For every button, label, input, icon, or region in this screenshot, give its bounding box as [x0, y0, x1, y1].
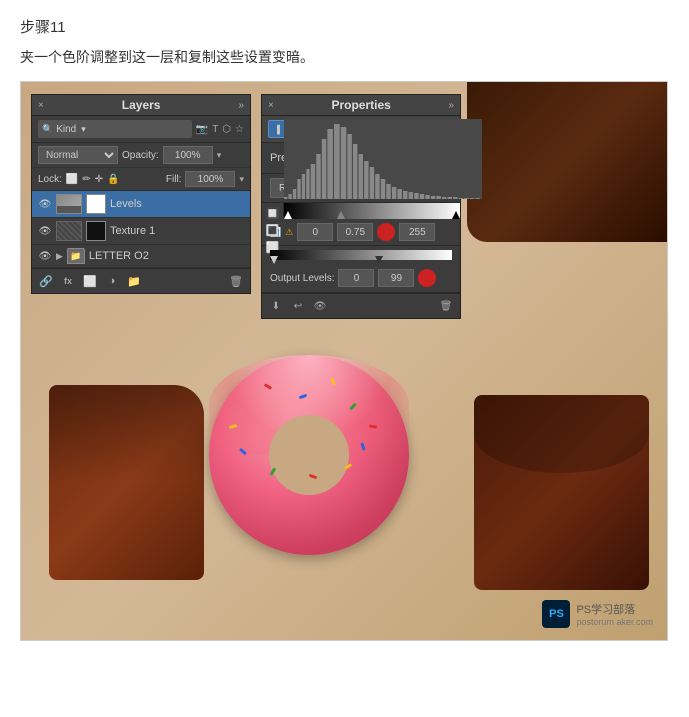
- adjustment-icon[interactable]: ◑: [104, 273, 120, 289]
- input-gradient-bar: [284, 203, 460, 219]
- opacity-value[interactable]: 100%: [163, 146, 213, 164]
- layer-thumb-levels: [56, 194, 82, 214]
- layers-search-row: 🔍 Kind ▾ 📷 T ⬡ ☆: [32, 116, 250, 143]
- clip-to-layer-icon[interactable]: ⬇: [268, 298, 284, 314]
- donut: [209, 355, 409, 555]
- layer-filter-icon[interactable]: 📷: [196, 124, 208, 135]
- description: 夹一个色阶调整到这一层和复制这些设置变暗。: [20, 47, 669, 67]
- lock-fill-row: Lock: ⬜ ✏ ✛ 🔒 Fill: 100% ▾: [32, 168, 250, 191]
- histogram-content: [284, 203, 460, 219]
- page-wrapper: 步骤11 夹一个色阶调整到这一层和复制这些设置变暗。: [0, 0, 689, 717]
- histogram-svg: [284, 119, 482, 199]
- layer-name-folder: LETTER O2: [89, 250, 244, 262]
- input-values-row: 📊 ⚠ 0 0.75 255: [262, 219, 460, 246]
- lock-move-icon[interactable]: ✛: [95, 174, 103, 185]
- watermark-text: PS学习部落 postorum aker.com: [576, 601, 653, 627]
- layer-mask-levels: [86, 194, 106, 214]
- watermark: PS PS学习部落 postorum aker.com: [542, 600, 653, 628]
- eyedropper-mid-tool[interactable]: 🔳: [265, 224, 281, 237]
- layer-item-levels[interactable]: 👁 Levels: [32, 191, 250, 218]
- white-point-thumb[interactable]: [452, 211, 460, 219]
- blend-opacity-row: Normal Opacity: 100% ▾: [32, 143, 250, 168]
- eyedropper-black-tool[interactable]: 🔲: [265, 207, 281, 220]
- fill-value[interactable]: 100%: [185, 171, 235, 187]
- canvas-area: PS PS学习部落 postorum aker.com × Layers » 🔍…: [20, 81, 668, 641]
- histogram-wrapper: 🔲 🔳 ⬜: [262, 203, 460, 219]
- properties-close-icon[interactable]: ×: [268, 100, 274, 111]
- layers-panel: × Layers » 🔍 Kind ▾ 📷 T ⬡ ☆ Norm: [31, 94, 251, 294]
- layer-item-folder[interactable]: 👁 ▶ 📁 LETTER O2: [32, 245, 250, 268]
- lock-draw-icon[interactable]: ✏: [82, 174, 90, 185]
- eye-preview-icon[interactable]: 👁: [312, 298, 328, 314]
- tool-column: 🔲 🔳 ⬜: [262, 203, 284, 219]
- lock-all-icon[interactable]: ⬜: [66, 174, 78, 185]
- panel-close-icon[interactable]: ×: [38, 100, 44, 111]
- output-black-thumb[interactable]: [270, 256, 278, 264]
- black-point-thumb[interactable]: [284, 211, 292, 219]
- layer-visibility-folder[interactable]: 👁: [38, 249, 52, 263]
- properties-panel-header: × Properties »: [262, 95, 460, 116]
- fx-icon[interactable]: fx: [60, 273, 76, 289]
- output-gradient-bar: [270, 250, 452, 260]
- output-black-input[interactable]: 0: [338, 269, 374, 287]
- layer-name-texture: Texture 1: [110, 225, 244, 237]
- properties-panel: × Properties » ▐ ⬛ Levels Preset: Custom…: [261, 94, 461, 319]
- folder-new-icon[interactable]: 📁: [126, 273, 142, 289]
- refresh-icon[interactable]: ↩: [290, 298, 306, 314]
- ps-logo: PS: [542, 600, 570, 628]
- donut-hole: [269, 415, 349, 495]
- mid-red-indicator: [377, 223, 395, 241]
- properties-panel-footer: ⬇ ↩ 👁 🗑: [262, 293, 460, 318]
- folder-expand-icon[interactable]: ▶: [56, 251, 63, 262]
- output-white-thumb[interactable]: [375, 256, 383, 264]
- mid-point-input[interactable]: 0.75: [337, 223, 373, 241]
- blend-mode-select[interactable]: Normal: [38, 146, 118, 164]
- layers-panel-header: × Layers »: [32, 95, 250, 116]
- step-title: 步骤11: [20, 16, 669, 37]
- properties-panel-title: Properties: [331, 98, 390, 112]
- warning-icon: ⚠: [285, 227, 293, 238]
- lock-label: Lock:: [38, 174, 62, 185]
- fill-label: Fill:: [166, 174, 182, 185]
- layer-filter-type[interactable]: T: [212, 124, 218, 135]
- layers-panel-title: Layers: [122, 98, 161, 112]
- letter-u: [474, 395, 649, 590]
- black-point-input[interactable]: 0: [297, 223, 333, 241]
- mid-point-thumb[interactable]: [337, 211, 345, 219]
- opacity-label: Opacity:: [122, 150, 159, 161]
- folder-icon: 📁: [67, 248, 85, 264]
- layer-item-texture[interactable]: 👁 Texture 1: [32, 218, 250, 245]
- delete-icon[interactable]: 🗑: [228, 273, 244, 289]
- mask-icon[interactable]: ⬜: [82, 273, 98, 289]
- layer-visibility-texture[interactable]: 👁: [38, 224, 52, 238]
- layer-filter-smart[interactable]: ☆: [235, 124, 244, 135]
- delete-adjustment-icon[interactable]: 🗑: [438, 298, 454, 314]
- letter-2: [49, 385, 204, 580]
- chocolate-top: [467, 82, 667, 242]
- white-point-input[interactable]: 255: [399, 223, 435, 241]
- properties-expand-icon[interactable]: »: [448, 100, 454, 111]
- output-red-indicator: [418, 269, 436, 287]
- layer-filter-shape[interactable]: ⬡: [222, 124, 231, 135]
- panel-expand-icon[interactable]: »: [238, 100, 244, 111]
- output-white-input[interactable]: 99: [378, 269, 414, 287]
- link-icon[interactable]: 🔗: [38, 273, 54, 289]
- lock-position-icon[interactable]: 🔒: [107, 174, 119, 185]
- layer-visibility-levels[interactable]: 👁: [38, 197, 52, 211]
- layer-mask-texture: [86, 221, 106, 241]
- layer-name-levels: Levels: [110, 198, 244, 210]
- kind-filter[interactable]: 🔍 Kind ▾: [38, 120, 192, 138]
- output-levels-row: Output Levels: 0 99: [262, 264, 460, 293]
- layers-panel-footer: 🔗 fx ⬜ ◑ 📁 🗑: [32, 268, 250, 293]
- layer-thumb-texture: [56, 221, 82, 241]
- output-levels-label: Output Levels:: [270, 273, 334, 284]
